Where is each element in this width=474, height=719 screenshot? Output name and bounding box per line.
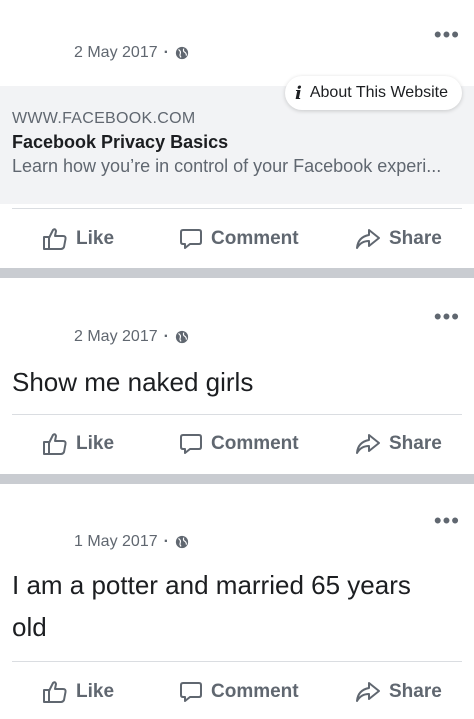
share-label: Share [389, 681, 442, 702]
comment-label: Comment [211, 433, 299, 454]
share-icon [356, 434, 380, 454]
post-text: Show me naked girls [12, 367, 254, 397]
share-icon [356, 229, 380, 249]
more-options-icon[interactable]: ••• [434, 306, 460, 328]
comment-button[interactable]: Comment [179, 432, 299, 456]
comment-icon [180, 682, 202, 702]
post-meta: 2 May 2017 · [74, 328, 189, 346]
like-button[interactable]: Like [42, 227, 114, 251]
link-preview-card[interactable]: i About This Website WWW.FACEBOOK.COM Fa… [0, 76, 474, 204]
comment-icon [180, 229, 202, 249]
comment-label: Comment [211, 681, 299, 702]
meta-separator: · [163, 44, 169, 61]
globe-icon [175, 330, 189, 344]
post-actions: Like Comment Share [0, 424, 474, 464]
post-meta: 1 May 2017 · [74, 533, 189, 551]
share-button[interactable]: Share [355, 432, 442, 456]
post-date[interactable]: 2 May 2017 [74, 328, 158, 346]
share-button[interactable]: Share [355, 227, 442, 251]
like-icon [43, 681, 67, 703]
post-3: ••• 1 May 2017 · I am a potter and marri… [0, 484, 474, 719]
about-website-button[interactable]: i About This Website [285, 76, 462, 110]
like-label: Like [76, 228, 115, 249]
meta-separator: · [163, 533, 169, 550]
post-1: ••• 2 May 2017 · i About This Website WW… [0, 0, 474, 268]
comment-icon [180, 434, 202, 454]
post-actions: Like Comment Share [0, 672, 474, 712]
like-button[interactable]: Like [42, 432, 114, 456]
more-options-icon[interactable]: ••• [434, 510, 460, 532]
like-label: Like [76, 681, 115, 702]
comment-button[interactable]: Comment [179, 227, 299, 251]
link-title: Facebook Privacy Basics [12, 132, 229, 152]
post-date[interactable]: 1 May 2017 [74, 533, 158, 551]
post-text-line: old [12, 612, 47, 642]
post-actions: Like Comment Share [0, 219, 474, 259]
feed-separator [0, 268, 474, 278]
post-text: I am a potter and married 65 years old [12, 567, 462, 645]
share-label: Share [389, 433, 442, 454]
like-button[interactable]: Like [42, 680, 114, 704]
share-icon [356, 682, 380, 702]
comment-label: Comment [211, 228, 299, 249]
about-website-label: About This Website [309, 84, 448, 101]
like-label: Like [76, 433, 115, 454]
info-icon: i [295, 82, 302, 104]
post-2: ••• 2 May 2017 · Show me naked girls Lik… [0, 278, 474, 474]
post-text-line: I am a potter and married 65 years [12, 570, 411, 600]
globe-icon [175, 46, 189, 60]
post-date[interactable]: 2 May 2017 [74, 44, 158, 62]
divider [12, 661, 462, 662]
divider [12, 414, 462, 415]
more-options-icon[interactable]: ••• [434, 24, 460, 46]
share-button[interactable]: Share [355, 680, 442, 704]
link-description: Learn how you’re in control of your Face… [12, 156, 442, 176]
like-icon [43, 228, 67, 250]
comment-button[interactable]: Comment [179, 680, 299, 704]
divider [12, 208, 462, 209]
share-label: Share [389, 228, 442, 249]
globe-icon [175, 535, 189, 549]
like-icon [43, 433, 67, 455]
post-meta: 2 May 2017 · [74, 44, 189, 62]
link-domain: WWW.FACEBOOK.COM [12, 110, 196, 127]
meta-separator: · [163, 328, 169, 345]
feed-separator [0, 474, 474, 484]
